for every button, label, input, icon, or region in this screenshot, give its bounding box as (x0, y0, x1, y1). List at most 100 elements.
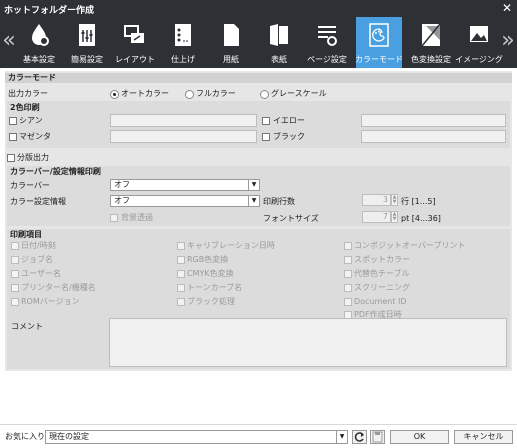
color-bar-select[interactable]: オフ ▼ (110, 179, 260, 191)
doc-settings-icon (79, 24, 95, 46)
favorites-select[interactable]: 現在の設定 ▼ (45, 430, 348, 444)
print-item-checkbox[interactable] (344, 256, 352, 264)
palette-icon (369, 23, 389, 47)
tab-label: 仕上げ (171, 55, 195, 64)
radio-grayscale[interactable] (260, 90, 269, 99)
print-item-label: プリンター名/機種名 (21, 283, 96, 292)
settings-info-value: オフ (114, 196, 130, 205)
print-item-label: スクリーニング (354, 283, 410, 292)
layout-icon (124, 25, 144, 43)
tab-simple-settings[interactable]: 簡易設定 (64, 17, 110, 68)
tab-label: ページ設定 (307, 55, 347, 64)
save-button[interactable] (370, 430, 385, 444)
scroll-right-icon[interactable]: » (501, 27, 515, 57)
separation-checkbox[interactable] (7, 154, 15, 162)
print-item-label: ジョブ名 (21, 255, 53, 264)
tab-label: 色変換設定 (411, 55, 451, 64)
radio-full-color-label: フルカラー (196, 89, 236, 98)
cancel-button[interactable]: キャンセル (454, 430, 513, 444)
font-size-unit: pt [4...36] (401, 214, 441, 223)
tab-layout[interactable]: レイアウト (112, 17, 158, 68)
magenta-field (110, 130, 257, 143)
font-size-label: フォントサイズ (263, 214, 319, 223)
toolbar: « 基本設定 簡易設定 レイアウト 仕上げ 用紙 表紙 ページ設定 カラーモード… (0, 17, 517, 68)
window-title: ホットフォルダー作成 (4, 6, 95, 16)
drop-gear-icon (32, 24, 49, 46)
print-lines-stepper[interactable]: ▲ ▼ (391, 194, 398, 206)
separation-label: 分版出力 (17, 153, 49, 162)
scroll-left-icon[interactable]: « (2, 27, 16, 57)
tab-paper[interactable]: 用紙 (208, 17, 254, 68)
print-item-label: 代替色テーブル (354, 269, 410, 278)
print-item-checkbox[interactable] (177, 298, 185, 306)
yellow-checkbox[interactable] (262, 117, 270, 125)
favorites-label: お気に入り (5, 432, 45, 441)
tab-label: イメージング (455, 55, 503, 64)
color-bar-value: オフ (114, 180, 130, 189)
print-item-checkbox[interactable] (344, 284, 352, 292)
magenta-label: マゼンタ (19, 132, 51, 141)
magenta-checkbox[interactable] (9, 133, 17, 141)
cyan-checkbox[interactable] (9, 117, 17, 125)
radio-full-color[interactable] (185, 90, 194, 99)
yellow-label: イエロー (273, 116, 305, 125)
title-bar: ホットフォルダー作成 ✕ (0, 0, 517, 17)
tab-label: カラーモード (355, 55, 403, 64)
tab-finishing[interactable]: 仕上げ (160, 17, 206, 68)
print-item-label: RGB色変換 (187, 255, 229, 264)
chevron-down-icon: ▼ (248, 180, 259, 190)
radio-auto-color[interactable] (110, 90, 119, 99)
print-item-checkbox[interactable] (344, 298, 352, 306)
print-item-checkbox[interactable] (344, 270, 352, 278)
imaging-icon (470, 26, 488, 42)
tab-cover[interactable]: 表紙 (256, 17, 302, 68)
color-bar-header: カラーバー/設定情報印刷 (10, 167, 101, 176)
tab-imaging[interactable]: イメージング (455, 17, 503, 68)
print-item-checkbox[interactable] (177, 242, 185, 250)
tab-page-settings[interactable]: ページ設定 (304, 17, 350, 68)
font-size-stepper[interactable]: ▲ ▼ (391, 211, 398, 223)
print-item-checkbox[interactable] (11, 298, 19, 306)
print-item-label: CMYK色変換 (187, 269, 234, 278)
ok-button[interactable]: OK (390, 430, 449, 444)
cover-icon (270, 24, 288, 46)
print-item-checkbox[interactable] (11, 256, 19, 264)
tab-label: レイアウト (115, 55, 155, 64)
radio-auto-color-label: オートカラー (121, 89, 169, 98)
font-size-input[interactable]: 7 (362, 211, 391, 223)
print-item-checkbox[interactable] (177, 270, 185, 278)
print-items-header: 印刷項目 (10, 230, 42, 239)
print-lines-unit: 行 [1...5] (401, 197, 436, 206)
tab-label: 基本設定 (23, 55, 55, 64)
tab-color-conversion[interactable]: 色変換設定 (408, 17, 454, 68)
refresh-button[interactable] (352, 430, 367, 444)
print-item-label: ブラック処理 (187, 297, 235, 306)
print-item-checkbox[interactable] (11, 242, 19, 250)
settings-info-select[interactable]: オフ ▼ (110, 195, 260, 207)
color-bar-label: カラーバー (10, 181, 50, 190)
print-item-label: スポットカラー (354, 255, 410, 264)
chevron-down-icon: ▼ (248, 196, 259, 206)
print-item-checkbox[interactable] (11, 270, 19, 278)
print-item-checkbox[interactable] (177, 284, 185, 292)
tab-color-mode[interactable]: カラーモード (355, 17, 403, 68)
chevron-down-icon: ▼ (336, 431, 347, 443)
print-lines-input[interactable]: 3 (362, 194, 391, 206)
print-item-checkbox[interactable] (344, 242, 352, 250)
tab-basic-settings[interactable]: 基本設定 (16, 17, 62, 68)
section-header-color-mode: カラーモード (5, 73, 512, 83)
transparent-bg-checkbox[interactable] (110, 214, 118, 222)
tab-label: 表紙 (271, 55, 287, 64)
comment-textarea[interactable] (109, 318, 507, 367)
black-checkbox[interactable] (262, 133, 270, 141)
transparent-bg-label: 背景透過 (121, 213, 153, 222)
favorites-value: 現在の設定 (49, 432, 89, 441)
settings-info-label: カラー設定情報 (10, 197, 66, 206)
print-item-checkbox[interactable] (177, 256, 185, 264)
two-color-header: 2色印刷 (10, 103, 40, 112)
refresh-icon (354, 432, 364, 442)
black-field (361, 130, 506, 143)
print-item-checkbox[interactable] (11, 284, 19, 292)
close-icon[interactable]: ✕ (502, 1, 512, 15)
cyan-label: シアン (19, 116, 43, 125)
